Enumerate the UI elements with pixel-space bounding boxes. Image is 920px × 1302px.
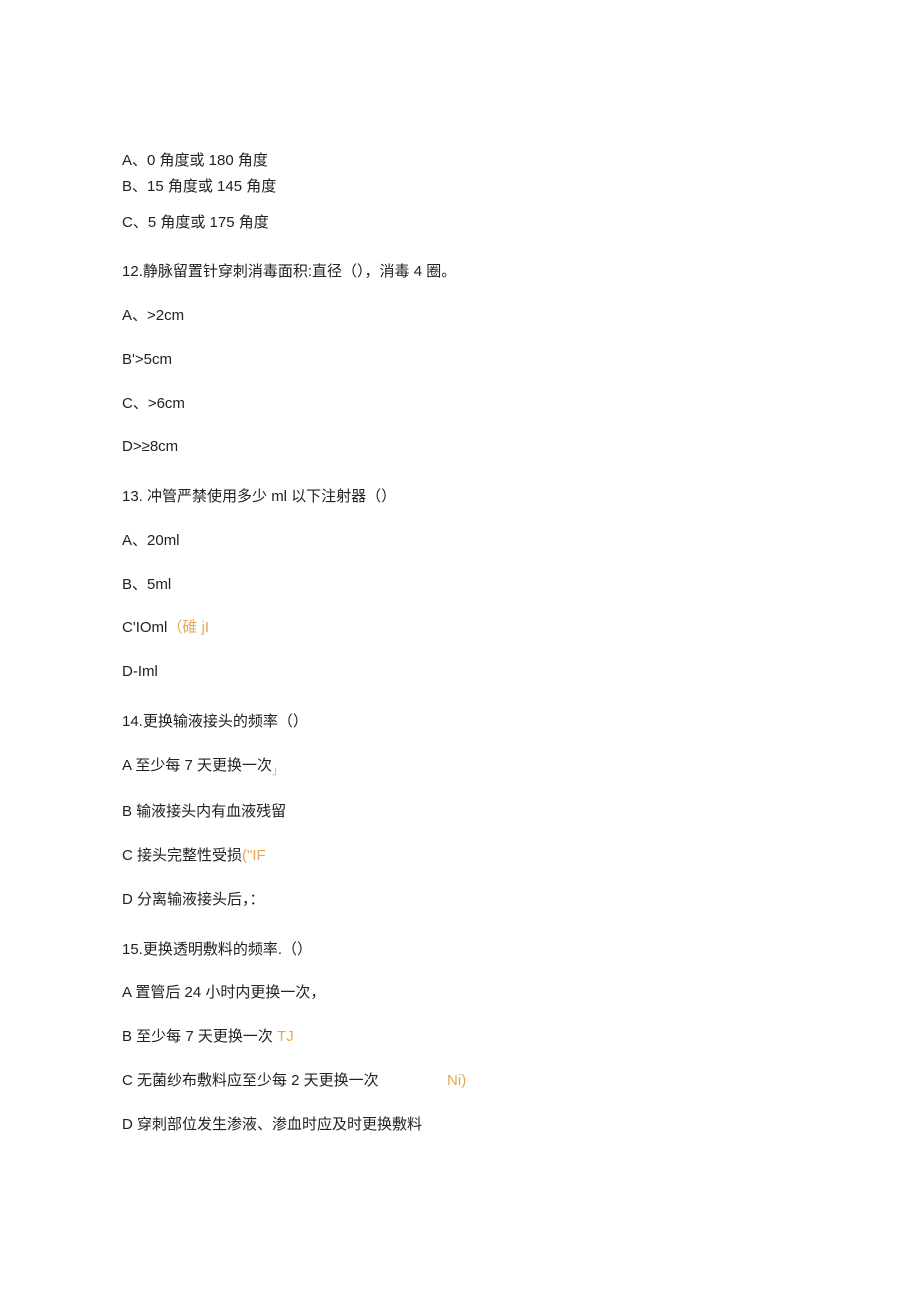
q15-option-c-text: C 无菌纱布敷料应至少每 2 天更换一次	[122, 1072, 379, 1089]
q12-option-b: B'>5cm	[122, 349, 798, 371]
q15-option-b: B 至少每 7 天更换一次 TJ	[122, 1026, 798, 1048]
q14-option-c: C 接头完整性受损("IF	[122, 845, 798, 867]
q12-option-a: A、>2cm	[122, 305, 798, 327]
q15-option-b-text: B 至少每 7 天更换一次	[122, 1028, 273, 1045]
q13-option-c-note: （碓 jI	[167, 619, 209, 636]
q15-option-b-note: TJ	[273, 1028, 294, 1045]
q12-option-d: D>≥8cm	[122, 436, 798, 458]
q15-option-a: A 置管后 24 小时内更换一次，	[122, 982, 798, 1004]
q15-option-d: D 穿刺部位发生渗液、渗血时应及时更换敷料	[122, 1114, 798, 1136]
q11-option-c: C、5 角度或 175 角度	[122, 212, 798, 234]
q13-option-d: D-Iml	[122, 661, 798, 683]
q15-option-c-note: Ni)	[447, 1072, 466, 1089]
q12-option-c: C、>6cm	[122, 393, 798, 415]
q12-stem: 12.静脉留置针穿刺消毒面积:直径（），消毒 4 圈。	[122, 261, 798, 283]
q13-option-c-text: C'IOml	[122, 619, 167, 636]
q14-option-c-text: C 接头完整性受损	[122, 847, 242, 864]
document-page: A、0 角度或 180 角度 B、15 角度或 145 角度 C、5 角度或 1…	[0, 0, 920, 1302]
q15-stem: 15.更换透明敷料的频率.（）	[122, 939, 798, 961]
q11-options-block: A、0 角度或 180 角度 B、15 角度或 145 角度	[122, 150, 798, 198]
q13-option-b: B、5ml	[122, 574, 798, 596]
q14-option-a-sub: 」	[272, 765, 283, 777]
q14-option-b: B 输液接头内有血液残留	[122, 801, 798, 823]
q13-option-a: A、20ml	[122, 530, 798, 552]
q14-stem: 14.更换输液接头的频率（）	[122, 711, 798, 733]
q14-option-a: A 至少每 7 天更换一次」	[122, 755, 798, 780]
q14-option-d: D 分离输液接头后，：	[122, 889, 798, 911]
q13-stem: 13. 冲管严禁使用多少 ml 以下注射器（）	[122, 486, 798, 508]
q13-option-c: C'IOml（碓 jI	[122, 617, 798, 639]
q15-option-c: C 无菌纱布敷料应至少每 2 天更换一次 Ni)	[122, 1070, 798, 1092]
q11-option-a: A、0 角度或 180 角度	[122, 150, 798, 172]
q14-option-c-note: ("IF	[242, 847, 266, 864]
q14-option-a-text: A 至少每 7 天更换一次	[122, 757, 272, 774]
q11-option-b: B、15 角度或 145 角度	[122, 176, 798, 198]
